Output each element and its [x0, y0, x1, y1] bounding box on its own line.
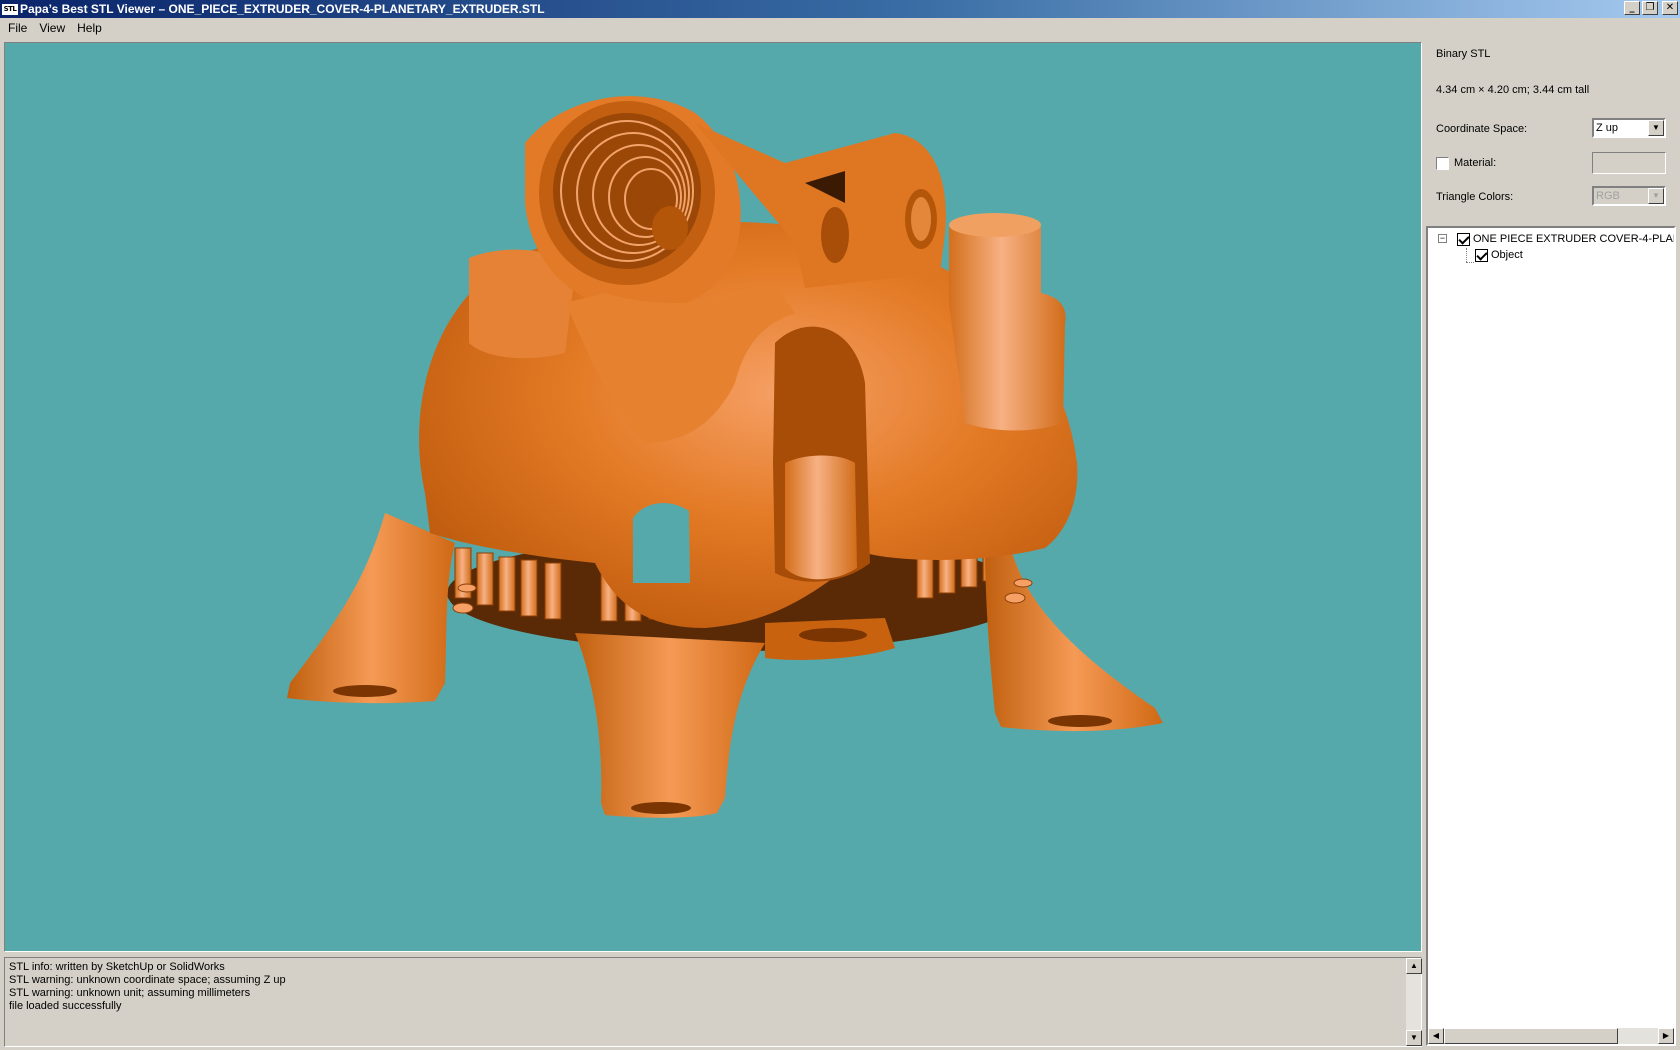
log-messages: STL info: written by SketchUp or SolidWo…: [9, 961, 286, 1013]
material-field: [1592, 152, 1666, 174]
file-format-label: Binary STL: [1436, 48, 1491, 60]
object-tree[interactable]: − ONE PIECE EXTRUDER COVER-4-PLANETAR Ob…: [1426, 226, 1676, 1046]
tree-connector: [1466, 248, 1467, 262]
model-render: [287, 96, 1163, 818]
triangle-colors-select: RGB ▼: [1592, 186, 1666, 206]
tree-child-checkbox[interactable]: [1475, 249, 1488, 262]
menu-file[interactable]: File: [2, 18, 33, 38]
triangle-colors-label: Triangle Colors:: [1436, 191, 1514, 203]
tree-horizontal-scrollbar[interactable]: ◀ ▶: [1428, 1028, 1674, 1044]
material-label: Material:: [1454, 157, 1497, 169]
close-button[interactable]: ✕: [1662, 1, 1678, 15]
maximize-button[interactable]: ❐: [1642, 1, 1658, 15]
scroll-right-button[interactable]: ▶: [1658, 1028, 1674, 1044]
app-icon: STL: [2, 3, 18, 15]
menu-bar: File View Help: [0, 18, 1680, 38]
tree-child-label[interactable]: Object: [1491, 249, 1523, 262]
menu-help[interactable]: Help: [71, 18, 108, 38]
minimize-button[interactable]: _: [1624, 1, 1640, 15]
triangle-colors-value: RGB: [1596, 190, 1620, 202]
window-title: Papa’s Best STL Viewer – ONE_PIECE_EXTRU…: [20, 2, 545, 16]
3d-viewport[interactable]: [4, 42, 1422, 952]
tree-connector: [1466, 262, 1474, 263]
log-line: STL warning: unknown coordinate space; a…: [9, 974, 286, 986]
chevron-down-icon[interactable]: ▼: [1648, 120, 1664, 136]
coordinate-space-label: Coordinate Space:: [1436, 123, 1528, 135]
chevron-down-icon: ▼: [1648, 188, 1664, 204]
tree-root-checkbox[interactable]: [1457, 233, 1470, 246]
log-panel[interactable]: STL info: written by SketchUp or SolidWo…: [4, 957, 1422, 1047]
log-line: file loaded successfully: [9, 1000, 122, 1012]
menu-view[interactable]: View: [33, 18, 71, 38]
scroll-thumb[interactable]: [1444, 1028, 1618, 1044]
scroll-down-button[interactable]: ▼: [1406, 1030, 1422, 1046]
title-bar[interactable]: STL Papa’s Best STL Viewer – ONE_PIECE_E…: [0, 0, 1680, 18]
log-line: STL info: written by SketchUp or SolidWo…: [9, 961, 225, 973]
log-line: STL warning: unknown unit; assuming mill…: [9, 987, 251, 999]
scroll-left-button[interactable]: ◀: [1428, 1028, 1444, 1044]
window-controls: _ ❐ ✕: [1624, 1, 1678, 15]
collapse-icon[interactable]: −: [1438, 234, 1447, 243]
log-vertical-scrollbar[interactable]: ▲ ▼: [1405, 958, 1422, 1046]
tree-root-label[interactable]: ONE PIECE EXTRUDER COVER-4-PLANETAR: [1473, 233, 1674, 246]
model-dimensions: 4.34 cm × 4.20 cm; 3.44 cm tall: [1436, 84, 1590, 96]
material-checkbox[interactable]: [1436, 157, 1449, 170]
coordinate-space-value: Z up: [1596, 122, 1619, 134]
scroll-up-button[interactable]: ▲: [1406, 958, 1422, 974]
coordinate-space-select[interactable]: Z up ▼: [1592, 118, 1666, 138]
